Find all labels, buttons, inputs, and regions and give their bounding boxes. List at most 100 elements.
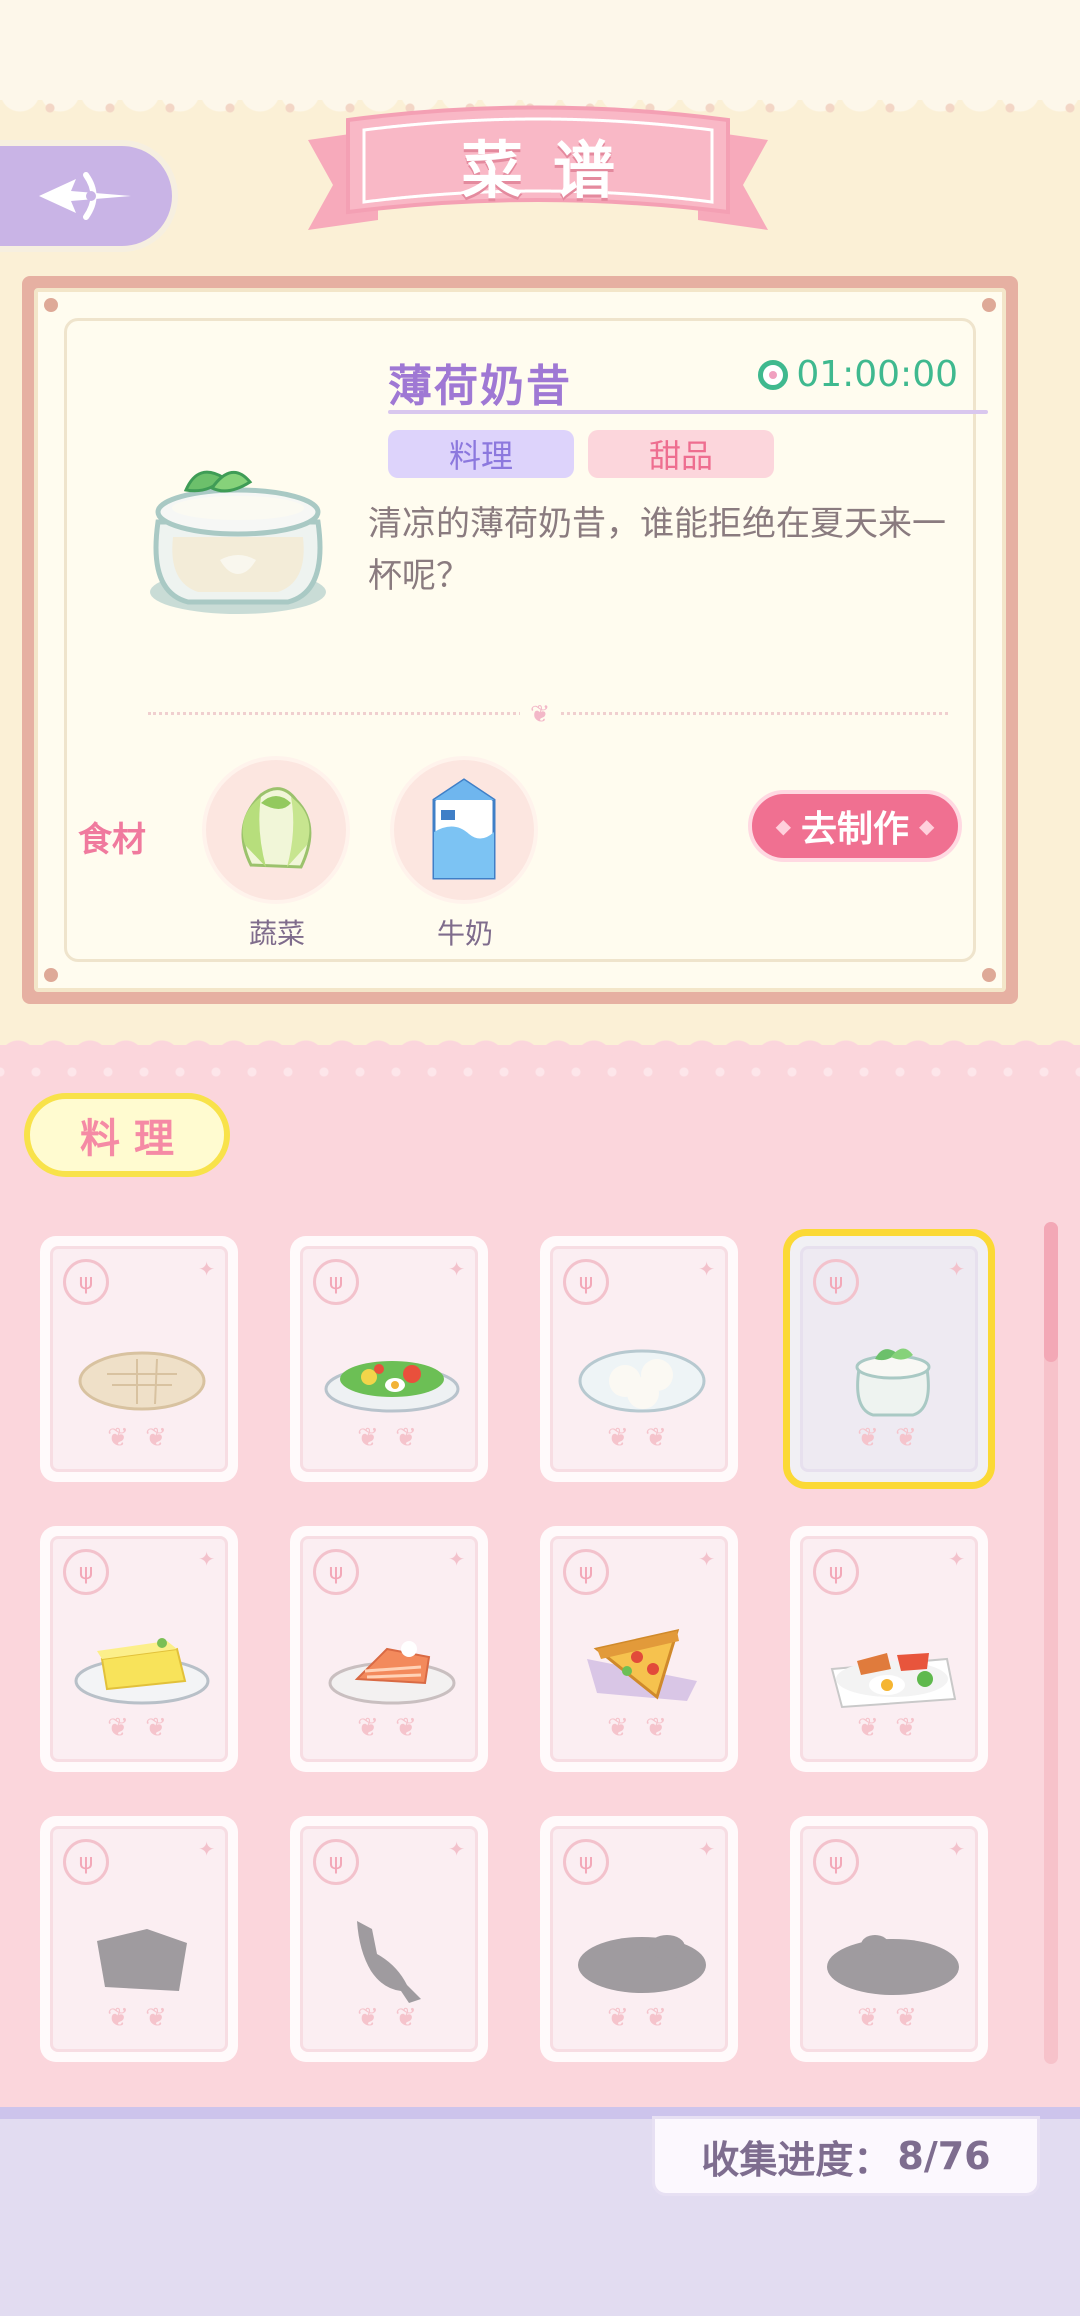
- recipe-card-inner: ψ ✦ ❦ ❦: [550, 1826, 728, 2052]
- recipe-card-inner: ψ ✦ ❦ ❦: [800, 1246, 978, 1472]
- clock-icon: [758, 359, 789, 390]
- sparkle-icon: ✦: [948, 1837, 965, 1861]
- tag-cooking: 料理: [388, 430, 574, 478]
- progress-label: 收集进度：: [701, 2137, 892, 2182]
- recipe-card[interactable]: ψ ✦ ❦ ❦: [40, 1236, 238, 1482]
- page-title: 菜谱: [460, 134, 645, 207]
- recipe-card[interactable]: ψ ✦ ❦ ❦: [790, 1816, 988, 2062]
- recipe-card[interactable]: ψ ✦ ❦ ❦: [783, 1229, 995, 1489]
- laurel-icon: ❦ ❦: [607, 1713, 671, 1743]
- recipe-grid: ψ ✦ ❦ ❦ ψ ✦ ❦ ❦ ψ ✦ ❦ ❦ ψ ✦ ❦ ❦ ψ ✦ ❦ ❦ ψ ✦ ❦ ❦ ψ ✦ ❦ ❦ ψ ✦ ❦ ❦…: [40, 1229, 1000, 2066]
- dish-description: 清凉的薄荷奶昔，谁能拒绝在夏天来一杯呢？: [368, 504, 946, 596]
- recipe-card-inner: ψ ✦ ❦ ❦: [300, 1826, 478, 2052]
- fork-spoon-icon: ψ: [563, 1549, 609, 1595]
- milk-carton-icon: [432, 778, 496, 880]
- ingredient-name: 牛奶: [436, 917, 493, 950]
- recipe-card[interactable]: ψ ✦ ❦ ❦: [540, 1236, 738, 1482]
- fork-spoon-icon: ψ: [313, 1259, 359, 1305]
- bow-icon: ❦: [520, 700, 561, 728]
- tab-cooking[interactable]: 料理: [24, 1093, 230, 1177]
- tag-dessert: 甜品: [588, 430, 774, 478]
- scrollbar-thumb[interactable]: [1044, 1222, 1058, 1362]
- ingredient-circle: [390, 756, 538, 904]
- recipe-card[interactable]: ψ ✦ ❦ ❦: [290, 1526, 488, 1772]
- recipe-detail-card: 薄荷奶昔 01:00:00 料理 甜品 清凉的薄荷奶昔，谁能拒绝在夏天来一杯呢？…: [22, 276, 1018, 1004]
- recipe-card[interactable]: ψ ✦ ❦ ❦: [40, 1816, 238, 2062]
- breakfast-plate-icon: [830, 1653, 957, 1709]
- sparkle-icon: ✦: [698, 1257, 715, 1281]
- ingredient-milk[interactable]: 牛奶: [390, 756, 540, 952]
- make-button[interactable]: ◆ 去制作 ◆: [748, 790, 962, 862]
- ingredients-label: 食材: [78, 820, 146, 860]
- title-underline: [388, 410, 988, 414]
- corner-dot: [982, 968, 996, 982]
- sparkle-icon: ✦: [448, 1257, 465, 1281]
- lace-edge: [0, 1030, 1080, 1060]
- recipe-detail-inner: 薄荷奶昔 01:00:00 料理 甜品 清凉的薄荷奶昔，谁能拒绝在夏天来一杯呢？…: [34, 288, 1006, 992]
- ingredient-vegetable[interactable]: 蔬菜: [202, 756, 352, 952]
- corner-dot: [44, 968, 58, 982]
- recipe-card[interactable]: ψ ✦ ❦ ❦: [540, 1816, 738, 2062]
- corner-dot: [44, 298, 58, 312]
- sparkle-icon: ✦: [198, 1837, 215, 1861]
- laurel-icon: ❦ ❦: [357, 2003, 421, 2033]
- fork-spoon-icon: ψ: [63, 1259, 109, 1305]
- sparkle-icon: ✦: [948, 1547, 965, 1571]
- recipe-card[interactable]: ψ ✦ ❦ ❦: [40, 1526, 238, 1772]
- laurel-icon: ❦ ❦: [107, 2003, 171, 2033]
- sparkle-icon: ✦: [198, 1547, 215, 1571]
- recipe-card-inner: ψ ✦ ❦ ❦: [800, 1826, 978, 2052]
- recipe-card-inner: ψ ✦ ❦ ❦: [50, 1246, 228, 1472]
- recipe-card-inner: ψ ✦ ❦ ❦: [300, 1246, 478, 1472]
- fork-spoon-icon: ψ: [313, 1839, 359, 1885]
- recipe-card[interactable]: ψ ✦ ❦ ❦: [290, 1816, 488, 2062]
- fork-spoon-icon: ψ: [313, 1549, 359, 1595]
- sparkle-icon: ✦: [448, 1547, 465, 1571]
- fork-spoon-icon: ψ: [63, 1549, 109, 1595]
- flatbread-icon: [78, 1351, 206, 1411]
- laurel-icon: ❦ ❦: [857, 2003, 921, 2033]
- laurel-icon: ❦ ❦: [607, 2003, 671, 2033]
- recipe-card[interactable]: ψ ✦ ❦ ❦: [540, 1526, 738, 1772]
- back-button[interactable]: [0, 140, 178, 252]
- corner-dot: [982, 298, 996, 312]
- recipe-card-inner: ψ ✦ ❦ ❦: [550, 1536, 728, 1762]
- fork-spoon-icon: ψ: [63, 1839, 109, 1885]
- scrollbar[interactable]: [1044, 1222, 1058, 2064]
- progress-value: 8/76: [897, 2134, 991, 2178]
- recipe-card-inner: ψ ✦ ❦ ❦: [50, 1826, 228, 2052]
- laurel-icon: ❦ ❦: [857, 1423, 921, 1453]
- pizza-slice-icon: [587, 1628, 697, 1701]
- laurel-icon: ❦ ❦: [107, 1423, 171, 1453]
- laurel-icon: ❦ ❦: [357, 1423, 421, 1453]
- diamond-icon: ◆: [775, 814, 791, 838]
- cheese-cake-icon: [74, 1638, 210, 1705]
- ingredient-name: 蔬菜: [248, 917, 305, 950]
- cook-timer: 01:00:00: [758, 354, 958, 395]
- sparkle-icon: ✦: [948, 1257, 965, 1281]
- make-button-label: 去制作: [800, 809, 909, 850]
- fork-spoon-icon: ψ: [563, 1259, 609, 1305]
- locked-dish-icon: [578, 1935, 706, 1993]
- recipe-card[interactable]: ψ ✦ ❦ ❦: [790, 1526, 988, 1772]
- sparkle-icon: ✦: [698, 1547, 715, 1571]
- recipe-card[interactable]: ψ ✦ ❦ ❦: [290, 1236, 488, 1482]
- recipe-card-inner: ψ ✦ ❦ ❦: [300, 1536, 478, 1762]
- dish-name: 薄荷奶昔: [388, 361, 572, 412]
- lace-dots: [0, 1066, 1080, 1078]
- recipe-card-inner: ψ ✦ ❦ ❦: [800, 1536, 978, 1762]
- diamond-icon: ◆: [919, 814, 935, 838]
- sparkle-icon: ✦: [448, 1837, 465, 1861]
- laurel-icon: ❦ ❦: [107, 1713, 171, 1743]
- timer-value: 01:00:00: [796, 354, 958, 395]
- locked-fish-icon: [357, 1921, 421, 2003]
- sparkle-icon: ✦: [698, 1837, 715, 1861]
- cabbage-icon: [241, 787, 312, 869]
- collection-progress: 收集进度： 8/76: [652, 2116, 1040, 2196]
- fork-spoon-icon: ψ: [813, 1259, 859, 1305]
- locked-pie-icon: [97, 1929, 187, 1991]
- salmon-cake-icon: [328, 1641, 456, 1705]
- recipe-card-inner: ψ ✦ ❦ ❦: [50, 1536, 228, 1762]
- mint-milkshake-icon: [855, 1348, 931, 1417]
- salad-icon: [324, 1361, 460, 1413]
